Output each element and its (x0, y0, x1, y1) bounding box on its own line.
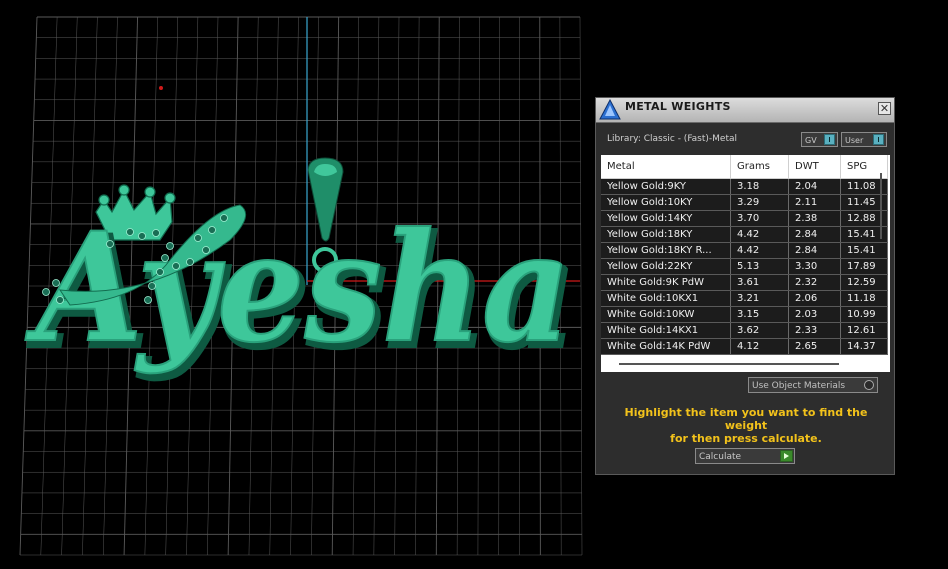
cell-dwt: 2.06 (788, 290, 841, 307)
cell-spg: 10.99 (840, 306, 888, 323)
table-row[interactable]: White Gold:10KW 3.15 2.03 10.99 (601, 306, 888, 323)
table-row[interactable]: Yellow Gold:22KY 5.13 3.30 17.89 (601, 258, 888, 275)
pendant-model[interactable]: Ayesha Ayesha (24, 157, 578, 384)
table-row[interactable]: White Gold:9K PdW 3.61 2.32 12.59 (601, 274, 888, 291)
cell-dwt: 2.32 (788, 274, 841, 291)
metal-table: Metal Grams DWT SPG Yellow Gold:9KY 3.18… (601, 155, 888, 355)
cell-grams: 3.61 (730, 274, 789, 291)
cell-grams: 3.15 (730, 306, 789, 323)
play-icon (780, 450, 793, 462)
radio-icon[interactable] (864, 380, 874, 390)
cell-metal: Yellow Gold:9KY (601, 178, 731, 195)
use-object-materials-label: Use Object Materials (752, 381, 846, 391)
horizontal-scrollbar[interactable] (619, 363, 839, 365)
cell-dwt: 2.04 (788, 178, 841, 195)
cell-dwt: 3.30 (788, 258, 841, 275)
cell-metal: Yellow Gold:18KY (601, 226, 731, 243)
cell-grams: 3.62 (730, 322, 789, 339)
gv-toggle-label: GV (805, 136, 817, 145)
pivot-point (159, 86, 163, 90)
use-object-materials-option[interactable]: Use Object Materials (748, 377, 878, 393)
cell-metal: Yellow Gold:14KY (601, 210, 731, 227)
instructions-line-1: Highlight the item you want to find the … (624, 406, 868, 432)
cell-grams: 3.18 (730, 178, 789, 195)
app-logo-icon (599, 99, 621, 120)
cell-dwt: 2.33 (788, 322, 841, 339)
table-header-row: Metal Grams DWT SPG (601, 155, 888, 179)
cell-spg: 17.89 (840, 258, 888, 275)
calculate-label: Calculate (699, 452, 742, 462)
cell-spg: 15.41 (840, 242, 888, 259)
cell-dwt: 2.03 (788, 306, 841, 323)
cell-metal: Yellow Gold:22KY (601, 258, 731, 275)
table-row[interactable]: White Gold:14K PdW 4.12 2.65 14.37 (601, 338, 888, 355)
calculate-button[interactable]: Calculate (695, 448, 795, 464)
instructions-text: Highlight the item you want to find the … (606, 406, 886, 445)
user-toggle-label: User (845, 136, 864, 145)
panel-title: METAL WEIGHTS (625, 100, 731, 113)
column-header-metal[interactable]: Metal (601, 155, 731, 179)
cell-grams: 4.42 (730, 242, 789, 259)
cell-spg: 14.37 (840, 338, 888, 355)
toggle-switch-icon (873, 134, 884, 145)
cell-dwt: 2.38 (788, 210, 841, 227)
cell-metal: White Gold:10KX1 (601, 290, 731, 307)
viewport-3d[interactable]: Ayesha Ayesha (0, 0, 590, 569)
column-header-dwt[interactable]: DWT (788, 155, 841, 179)
cell-metal: White Gold:9K PdW (601, 274, 731, 291)
cell-metal: Yellow Gold:10KY (601, 194, 731, 211)
cell-spg: 12.61 (840, 322, 888, 339)
table-row[interactable]: Yellow Gold:14KY 3.70 2.38 12.88 (601, 210, 888, 227)
close-icon[interactable]: ✕ (878, 102, 891, 115)
cell-grams: 3.70 (730, 210, 789, 227)
metal-table-container: Metal Grams DWT SPG Yellow Gold:9KY 3.18… (601, 155, 890, 372)
toggle-switch-icon (824, 134, 835, 145)
gv-toggle[interactable]: GV (801, 132, 838, 147)
cell-dwt: 2.65 (788, 338, 841, 355)
table-row[interactable]: White Gold:14KX1 3.62 2.33 12.61 (601, 322, 888, 339)
cell-grams: 4.42 (730, 226, 789, 243)
model-text: Ayesha (25, 200, 571, 376)
cell-dwt: 2.84 (788, 242, 841, 259)
cell-metal: White Gold:10KW (601, 306, 731, 323)
cell-dwt: 2.84 (788, 226, 841, 243)
cell-grams: 3.21 (730, 290, 789, 307)
table-row[interactable]: White Gold:10KX1 3.21 2.06 11.18 (601, 290, 888, 307)
cell-dwt: 2.11 (788, 194, 841, 211)
metal-weights-panel: METAL WEIGHTS ✕ Library: Classic - (Fast… (595, 97, 895, 475)
library-label: Library: Classic - (Fast)-Metal (607, 134, 738, 144)
table-row[interactable]: Yellow Gold:18KY 4.42 2.84 15.41 (601, 226, 888, 243)
cell-spg: 11.18 (840, 290, 888, 307)
table-row[interactable]: Yellow Gold:10KY 3.29 2.11 11.45 (601, 194, 888, 211)
instructions-line-2: for then press calculate. (670, 432, 822, 445)
viewport-canvas[interactable]: Ayesha Ayesha (0, 0, 590, 569)
cell-grams: 3.29 (730, 194, 789, 211)
cell-metal: White Gold:14KX1 (601, 322, 731, 339)
cell-grams: 4.12 (730, 338, 789, 355)
table-row[interactable]: Yellow Gold:18KY R... 4.42 2.84 15.41 (601, 242, 888, 259)
table-row[interactable]: Yellow Gold:9KY 3.18 2.04 11.08 (601, 178, 888, 195)
vertical-scrollbar[interactable] (880, 173, 882, 239)
cell-metal: White Gold:14K PdW (601, 338, 731, 355)
user-toggle[interactable]: User (841, 132, 887, 147)
panel-titlebar[interactable]: METAL WEIGHTS ✕ (596, 98, 894, 123)
cell-spg: 12.59 (840, 274, 888, 291)
cell-grams: 5.13 (730, 258, 789, 275)
cell-metal: Yellow Gold:18KY R... (601, 242, 731, 259)
column-header-grams[interactable]: Grams (730, 155, 789, 179)
